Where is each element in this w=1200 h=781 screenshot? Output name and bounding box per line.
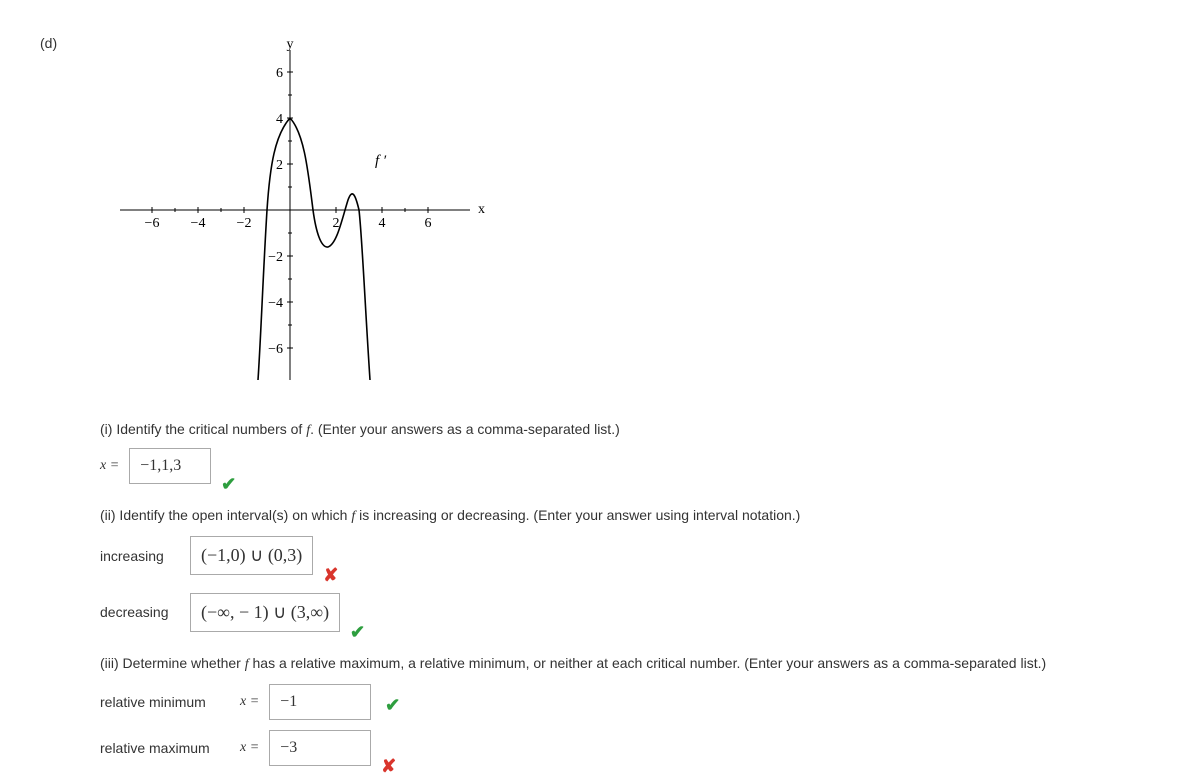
q3-max-input[interactable]: −3 <box>269 730 371 766</box>
curve-label: f ′ <box>375 153 387 169</box>
q3-prompt-prefix: (iii) Determine whether <box>100 655 245 671</box>
q2-prompt-prefix: (ii) Identify the open interval(s) on wh… <box>100 507 351 523</box>
q2-prompt: (ii) Identify the open interval(s) on wh… <box>100 504 1200 528</box>
part-label: (d) <box>40 35 57 51</box>
q1-feedback-icon <box>221 470 236 499</box>
x-tick-neg4: −4 <box>191 216 206 231</box>
x-axis-label: x <box>478 202 485 217</box>
x-tick-2: 2 <box>333 216 340 231</box>
q2-prompt-suffix: is increasing or decreasing. (Enter your… <box>355 507 800 523</box>
q2-increasing-input[interactable]: (−1,0) ∪ (0,3) <box>190 536 313 575</box>
graph-svg: −6 −4 −2 2 4 6 6 4 2 −2 −4 −6 x y f ′ <box>100 35 500 395</box>
q3-min-label: relative minimum <box>100 691 230 713</box>
derivative-graph: −6 −4 −2 2 4 6 6 4 2 −2 −4 −6 x y f ′ <box>100 35 1200 398</box>
q3-prompt: (iii) Determine whether f has a relative… <box>100 652 1200 676</box>
q3-min-feedback-icon <box>385 691 400 720</box>
q3-min-equals: x = <box>240 691 259 713</box>
derivative-curve <box>258 118 370 380</box>
y-tick-6: 6 <box>276 66 283 81</box>
q1-equals-label: x = <box>100 455 119 477</box>
x-tick-4: 4 <box>379 216 386 231</box>
x-tick-neg6: −6 <box>145 216 160 231</box>
q3-max-equals: x = <box>240 737 259 759</box>
q2-increasing-label: increasing <box>100 545 180 567</box>
y-tick-neg6: −6 <box>268 342 283 357</box>
y-tick-neg4: −4 <box>268 296 283 311</box>
q1-answer-input[interactable]: −1,1,3 <box>129 448 211 484</box>
q2-decreasing-input[interactable]: (−∞, − 1) ∪ (3,∞) <box>190 593 340 632</box>
y-tick-4: 4 <box>276 112 283 127</box>
q2-increasing-feedback-icon <box>323 561 338 590</box>
q3-max-feedback-icon <box>381 752 396 781</box>
q1-prompt: (i) Identify the critical numbers of f. … <box>100 418 1200 442</box>
q3-prompt-suffix: has a relative maximum, a relative minim… <box>249 655 1047 671</box>
y-axis-label: y <box>287 37 294 52</box>
q3-max-label: relative maximum <box>100 737 230 759</box>
y-tick-neg2: −2 <box>268 250 283 265</box>
x-tick-6: 6 <box>425 216 432 231</box>
q2-decreasing-label: decreasing <box>100 601 180 623</box>
q1-prompt-suffix: . (Enter your answers as a comma-separat… <box>310 421 620 437</box>
q2-decreasing-feedback-icon <box>350 618 365 647</box>
x-tick-neg2: −2 <box>237 216 252 231</box>
y-tick-2: 2 <box>276 158 283 173</box>
q1-prompt-prefix: (i) Identify the critical numbers of <box>100 421 306 437</box>
